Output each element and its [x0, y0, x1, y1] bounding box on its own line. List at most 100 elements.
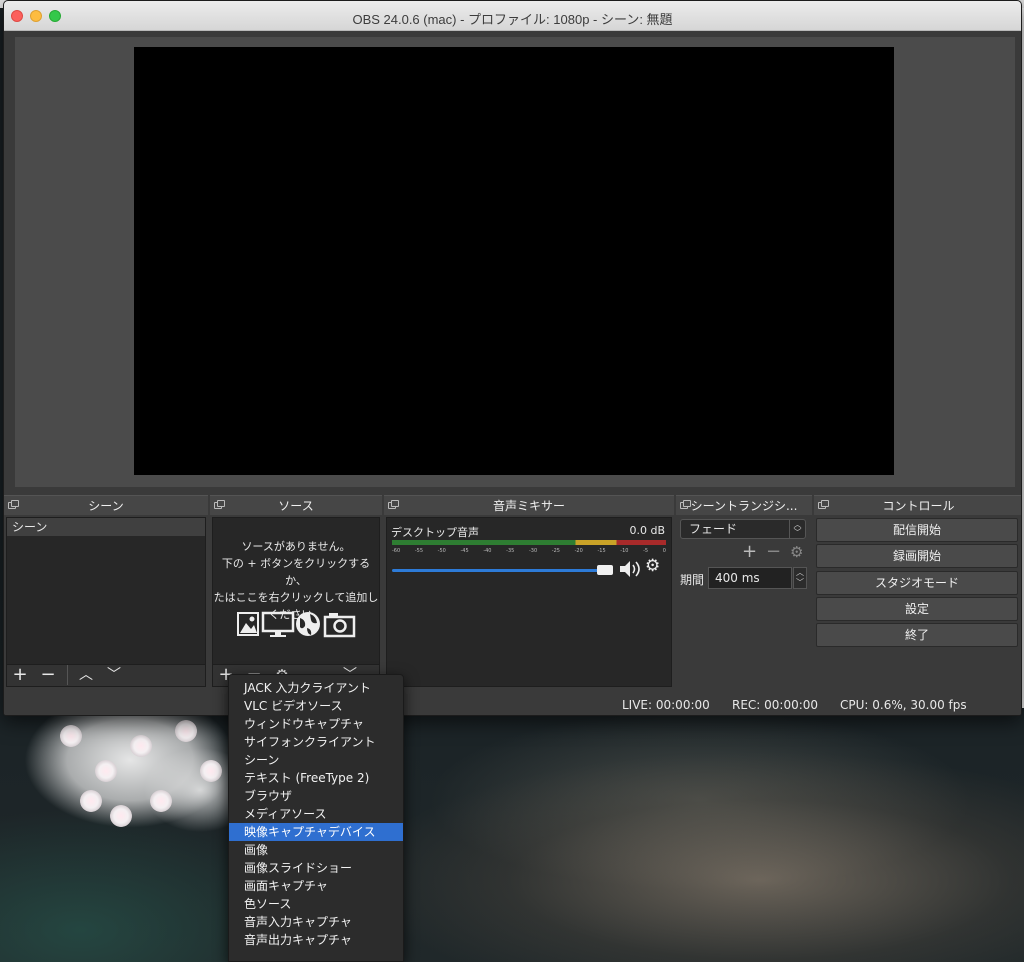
chevron-down-icon: ﹀ [107, 667, 121, 683]
meter-tick-label: -25 [551, 548, 560, 554]
status-bar: LIVE: 00:00:00 REC: 00:00:00 CPU: 0.6%, … [4, 693, 1021, 715]
start-recording-button[interactable]: 録画開始 [816, 544, 1018, 568]
meter-tick-label: -40 [483, 548, 492, 554]
rec-status: REC: 00:00:00 [732, 698, 819, 712]
transition-properties-button[interactable]: ⚙ [790, 543, 803, 561]
volume-meter [392, 540, 666, 545]
duration-input[interactable]: 400 ms [708, 567, 792, 589]
blossom-decoration [80, 790, 102, 812]
volume-slider[interactable] [392, 569, 606, 572]
add-transition-button[interactable]: + [742, 541, 757, 562]
mixer-body: デスクトップ音声 0.0 dB -60 -55 -50 -45 -40 -35 -30 -25… [386, 517, 672, 687]
menu-item[interactable]: VLC ビデオソース [229, 697, 403, 715]
scenes-list[interactable]: シーン [6, 517, 206, 665]
scenes-dock-title: シーン [88, 499, 124, 513]
menu-item[interactable]: テキスト (FreeType 2) [229, 769, 403, 787]
mixer-dock-title: 音声ミキサー [492, 499, 565, 513]
gear-icon: ⚙ [790, 543, 804, 561]
blossom-decoration [130, 735, 152, 757]
transitions-dock-title: シーントランジシ... [690, 499, 798, 513]
sources-list[interactable]: ソースがありません。 下の + ボタンをクリックするか、 たはここを右クリックし… [212, 517, 380, 665]
camera-icon [323, 613, 356, 638]
meter-tick-label: -30 [528, 548, 538, 554]
meter-tick-label: -45 [460, 548, 469, 554]
menu-item[interactable]: シーン [229, 751, 403, 769]
menu-item[interactable]: 画像スライドショー [229, 859, 403, 877]
menu-item[interactable]: メディアソース [229, 805, 403, 823]
menu-item[interactable]: サイフォンクライアント [229, 733, 403, 751]
meter-tick-label: -10 [620, 548, 629, 554]
meter-tick-label: -60 [392, 548, 401, 554]
sources-dock: ソース ソースがありません。 下の + ボタンをクリックするか、 たはここを右ク… [210, 495, 382, 693]
display-icon [261, 611, 295, 637]
meter-tick-label: -55 [414, 548, 423, 554]
preview-canvas[interactable] [134, 47, 894, 475]
audio-mixer-dock: 音声ミキサー デスクトップ音声 0.0 dB -60 -55 -50 -45 -40 -3… [384, 495, 674, 693]
move-scene-up-button[interactable]: ︿ [75, 666, 97, 686]
blossom-decoration [95, 760, 117, 782]
blossom-decoration [175, 720, 197, 742]
source-type-icons [237, 611, 356, 638]
duration-label: 期間 [680, 573, 705, 587]
meter-tick-labels: -60 -55 -50 -45 -40 -35 -30 -25 -20 -15 -10 -5 0 [392, 548, 666, 558]
scenes-dock: シーン シーン + − ︿ ﹀ [4, 495, 208, 693]
globe-icon [296, 612, 320, 636]
menu-item[interactable]: 音声出力キャプチャ [229, 931, 403, 949]
undock-icon[interactable] [8, 500, 19, 509]
sources-dock-header: ソース [210, 495, 382, 515]
preview-area[interactable] [15, 37, 1015, 487]
scene-transitions-dock: シーントランジシ... フェード ︿ ﹀ + − ⚙ 期間 400 ms ︿ ﹀ [676, 495, 812, 693]
start-streaming-button[interactable]: 配信開始 [816, 518, 1018, 542]
add-scene-button[interactable]: + [9, 666, 31, 686]
plus-icon: + [742, 541, 758, 562]
minus-icon: − [766, 541, 782, 562]
blossom-decoration [200, 760, 222, 782]
menu-item[interactable]: 映像キャプチャデバイス [229, 823, 403, 841]
title-bar[interactable]: OBS 24.0.6 (mac) - プロファイル: 1080p - シーン: … [4, 1, 1021, 31]
speaker-icon[interactable] [619, 560, 641, 578]
menu-item[interactable]: ブラウザ [229, 787, 403, 805]
blossom-decoration [110, 805, 132, 827]
meter-tick-label: -20 [574, 548, 583, 554]
menu-item[interactable]: 画像 [229, 841, 403, 859]
remove-scene-button[interactable]: − [37, 666, 59, 686]
meter-tick-label: -15 [597, 548, 606, 554]
menu-item[interactable]: 色ソース [229, 895, 403, 913]
meter-tick-label: 0 [662, 548, 666, 554]
undock-icon[interactable] [818, 500, 829, 509]
undock-icon[interactable] [388, 500, 399, 509]
meter-tick-label: -50 [437, 548, 446, 554]
controls-dock-title: コントロール [882, 499, 955, 513]
transition-select[interactable]: フェード ︿ ﹀ [680, 519, 806, 539]
volume-slider-handle[interactable] [597, 565, 613, 575]
live-status: LIVE: 00:00:00 [622, 698, 710, 712]
image-icon [237, 612, 259, 636]
mixer-settings-gear-icon[interactable]: ⚙ [645, 556, 660, 576]
add-source-menu: JACK 入力クライアント VLC ビデオソース ウィンドウキャプチャ サイフォンクラ… [228, 674, 404, 962]
controls-dock: コントロール 配信開始 録画開始 スタジオモード 設定 終了 [814, 495, 1021, 693]
mixer-channel-name: デスクトップ音声 [391, 526, 479, 539]
blossom-decoration [60, 725, 82, 747]
mixer-dock-header: 音声ミキサー [384, 495, 674, 515]
menu-item[interactable]: ウィンドウキャプチャ [229, 715, 403, 733]
scene-list-item[interactable]: シーン [7, 518, 205, 536]
select-arrows-icon: ︿ ﹀ [789, 520, 805, 538]
studio-mode-button[interactable]: スタジオモード [816, 571, 1018, 595]
menu-item[interactable]: 音声入力キャプチャ [229, 913, 403, 931]
remove-transition-button[interactable]: − [766, 541, 781, 562]
menu-item[interactable]: 画面キャプチャ [229, 877, 403, 895]
undock-icon[interactable] [680, 500, 691, 509]
minus-icon: − [40, 664, 56, 685]
scenes-toolbar: + − ︿ ﹀ [6, 665, 206, 687]
menu-item[interactable]: JACK 入力クライアント [229, 679, 403, 697]
exit-button[interactable]: 終了 [816, 623, 1018, 647]
move-scene-down-button[interactable]: ﹀ [103, 666, 125, 686]
controls-dock-header: コントロール [814, 495, 1021, 515]
transition-select-value: フェード [689, 522, 738, 536]
meter-tick-label: -35 [506, 548, 515, 554]
settings-button[interactable]: 設定 [816, 597, 1018, 621]
plus-icon: + [12, 664, 28, 685]
transitions-dock-header: シーントランジシ... [676, 495, 812, 515]
duration-stepper[interactable]: ︿ ﹀ [793, 567, 807, 589]
undock-icon[interactable] [214, 500, 225, 509]
